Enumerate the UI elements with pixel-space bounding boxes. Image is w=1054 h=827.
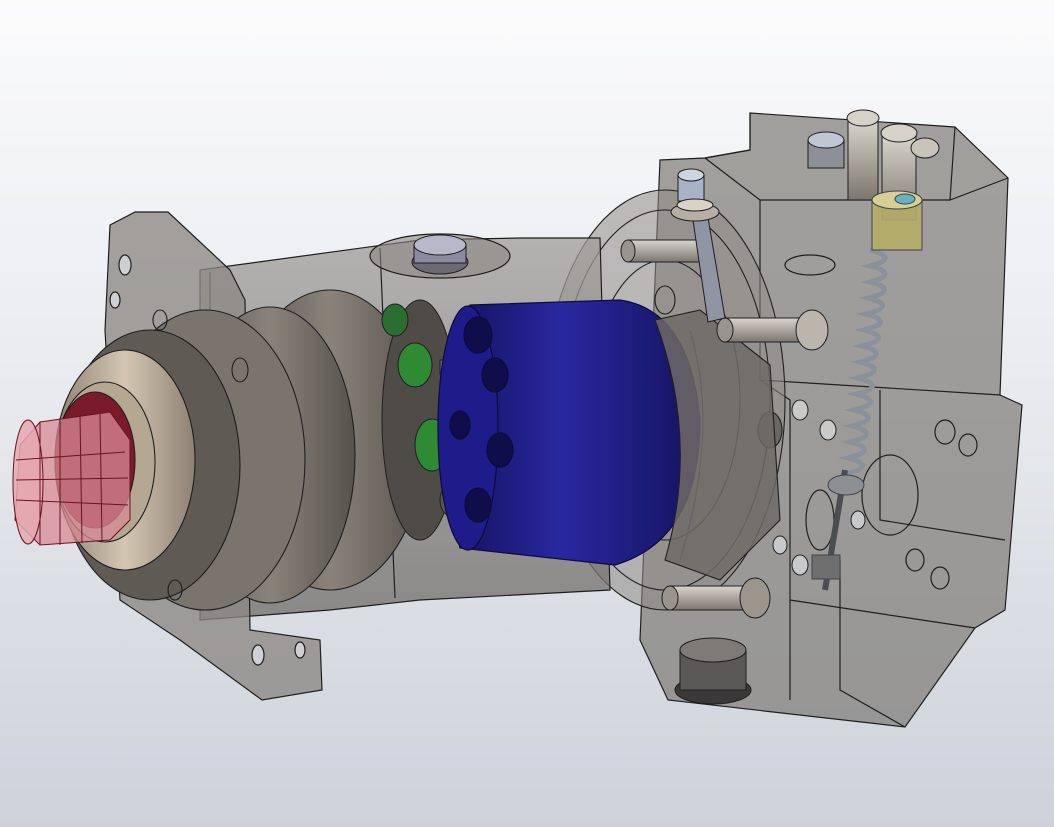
plug-top-small [807, 131, 845, 169]
bolt-left [620, 239, 709, 263]
output-shaft [12, 411, 131, 546]
bolt-top-1 [846, 109, 880, 201]
cad-viewport[interactable] [0, 0, 1054, 827]
hydraulic-motor-model [12, 109, 1023, 728]
drain-plug-bottom [674, 637, 752, 705]
drain-plug-top [411, 234, 469, 275]
